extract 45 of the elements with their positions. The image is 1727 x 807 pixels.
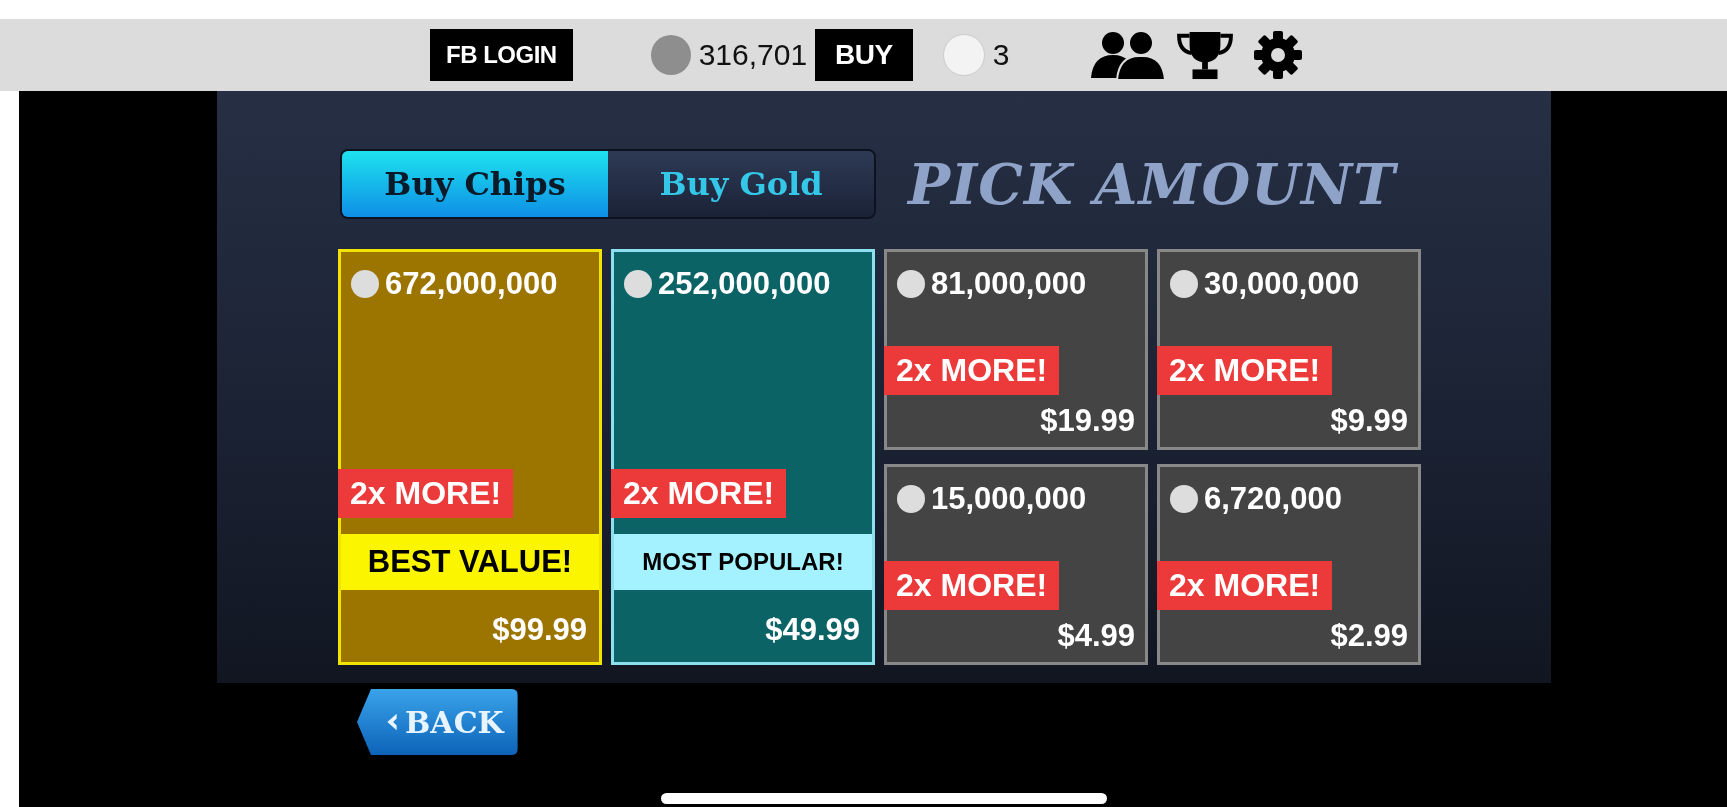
buy-button[interactable]: BUY: [815, 29, 913, 81]
package-card[interactable]: 672,000,000 2x MORE! BEST VALUE! $99.99: [338, 249, 602, 665]
package-card[interactable]: 30,000,000 2x MORE! $9.99: [1157, 249, 1421, 450]
chip-amount: 15,000,000: [931, 481, 1087, 517]
package-price: $19.99: [1040, 402, 1136, 440]
chip-icon: [897, 270, 925, 298]
bonus-badge: 2x MORE!: [338, 469, 514, 518]
trophy-icon[interactable]: [1175, 30, 1236, 80]
package-price: $9.99: [1330, 402, 1409, 440]
package-tag: BEST VALUE!: [341, 534, 599, 590]
tab[interactable]: Buy Chips: [342, 151, 608, 217]
token-balance: 3: [992, 38, 1010, 72]
bonus-badge: 2x MORE!: [884, 561, 1060, 610]
back-button[interactable]: BACK: [357, 689, 518, 755]
chip-amount: 6,720,000: [1204, 481, 1342, 517]
chip-icon: [897, 485, 925, 513]
package-tag: MOST POPULAR!: [614, 534, 872, 590]
bonus-badge: 2x MORE!: [1157, 561, 1333, 610]
chip-amount: 81,000,000: [931, 266, 1087, 302]
token-icon: [942, 34, 985, 76]
chip-icon: [351, 270, 379, 298]
bonus-badge: 2x MORE!: [611, 469, 787, 518]
chevron-left-icon: [385, 711, 399, 733]
package-card[interactable]: 6,720,000 2x MORE! $2.99: [1157, 464, 1421, 665]
package-price: $2.99: [1330, 617, 1409, 655]
chip-icon: [1170, 270, 1198, 298]
package-price: $99.99: [492, 611, 588, 649]
chip-icon: [624, 270, 652, 298]
package-price: $4.99: [1057, 617, 1136, 655]
package-card[interactable]: 15,000,000 2x MORE! $4.99: [884, 464, 1148, 665]
fb-login-button[interactable]: FB LOGIN: [430, 29, 573, 81]
package-card[interactable]: 81,000,000 2x MORE! $19.99: [884, 249, 1148, 450]
chip-icon: [1170, 485, 1198, 513]
bonus-badge: 2x MORE!: [884, 346, 1060, 395]
chip-icon: [650, 35, 691, 75]
friends-icon[interactable]: [1089, 30, 1166, 80]
tab[interactable]: Buy Gold: [608, 151, 874, 217]
chip-balance: 316,701: [698, 38, 808, 72]
chip-amount: 252,000,000: [658, 266, 831, 302]
package-price: $49.99: [765, 611, 861, 649]
chip-amount: 672,000,000: [385, 266, 558, 302]
bonus-badge: 2x MORE!: [1157, 346, 1333, 395]
package-card[interactable]: 252,000,000 2x MORE! MOST POPULAR! $49.99: [611, 249, 875, 665]
settings-icon[interactable]: [1253, 30, 1304, 80]
chip-amount: 30,000,000: [1204, 266, 1360, 302]
